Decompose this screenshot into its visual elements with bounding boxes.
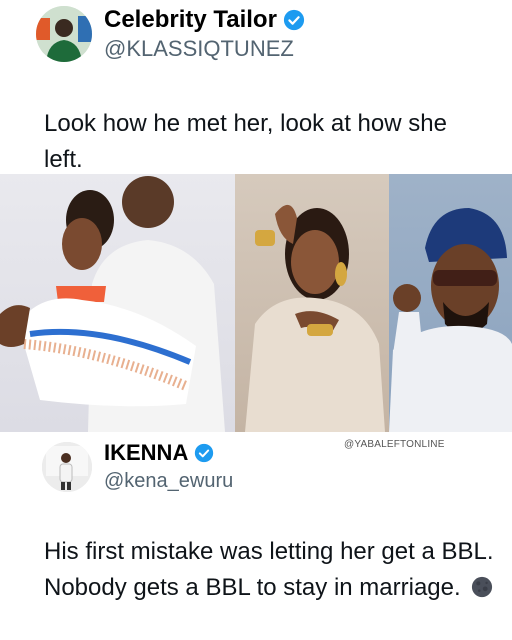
bottom-tweet-header: IKENNA @kena_ewuru: [42, 440, 233, 493]
top-tweet-header: Celebrity Tailor @KLASSIQTUNEZ: [36, 6, 305, 62]
man-photo[interactable]: [389, 174, 512, 432]
bottom-tweet-text: His first mistake was letting her get a …: [44, 538, 494, 601]
tweet-image-collage[interactable]: [0, 174, 512, 432]
top-tweet-display-name[interactable]: Celebrity Tailor: [104, 6, 277, 34]
top-tweet-avatar[interactable]: [36, 6, 92, 62]
verified-badge-icon: [283, 9, 305, 31]
man-photo-icon: [389, 208, 512, 432]
woman-photo-icon: [245, 204, 385, 432]
bottom-tweet-avatar[interactable]: [42, 441, 92, 492]
couple-photo-icon: [0, 176, 225, 432]
bottom-tweet-text-container: His first mistake was letting her get a …: [44, 534, 494, 606]
verified-badge-icon: [195, 443, 214, 463]
bottom-tweet-handle[interactable]: @kena_ewuru: [104, 470, 233, 493]
avatar-photo-icon: [36, 6, 92, 62]
bottom-tweet-display-name[interactable]: IKENNA: [104, 440, 188, 466]
top-tweet-text: Look how he met her, look at how she lef…: [44, 110, 447, 173]
woman-photo[interactable]: [235, 174, 389, 432]
avatar-photo-icon: [42, 441, 92, 492]
image-watermark: @YABALEFTONLINE: [344, 439, 445, 450]
new-moon-face-icon: [472, 576, 493, 598]
top-tweet-handle[interactable]: @KLASSIQTUNEZ: [104, 36, 305, 62]
couple-photo[interactable]: [0, 174, 235, 432]
